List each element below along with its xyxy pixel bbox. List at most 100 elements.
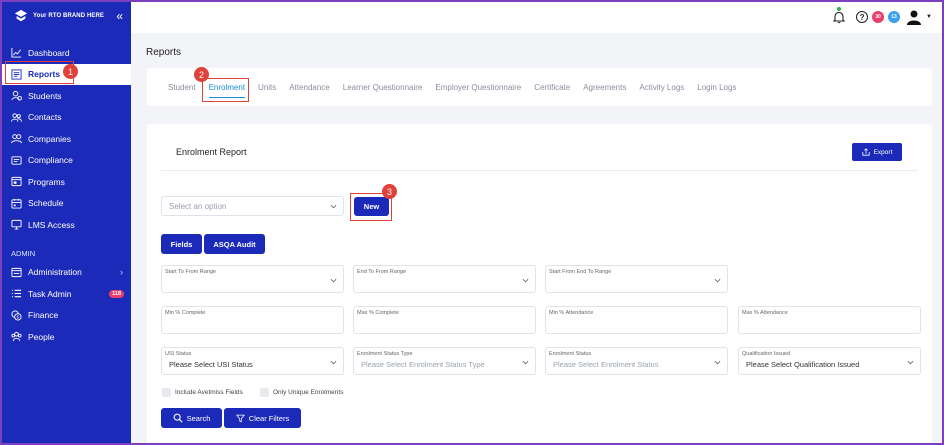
sidebar-item-label: Schedule bbox=[28, 198, 64, 209]
tab-activity-logs[interactable]: Activity Logs bbox=[639, 68, 684, 106]
sidebar-item-label: Programs bbox=[28, 176, 65, 187]
include-avetmiss-checkbox[interactable]: Include Avetmiss Fields bbox=[162, 388, 243, 397]
tab-employer-questionnaire[interactable]: Employer Questionnaire bbox=[435, 68, 521, 106]
tab-units[interactable]: Units bbox=[258, 68, 276, 106]
annotation-step-2: 2 bbox=[194, 67, 209, 82]
start-to-from-range-select[interactable]: Start To From Range bbox=[161, 265, 344, 293]
report-tabs: Student Enrolment Units Attendance Learn… bbox=[147, 68, 932, 106]
brand-name: Your RTO BRAND HERE bbox=[33, 13, 105, 19]
chevron-down-icon bbox=[714, 360, 721, 365]
report-tabs-card: Student Enrolment Units Attendance Learn… bbox=[147, 68, 932, 106]
tab-certificate[interactable]: Certificate bbox=[534, 68, 570, 106]
usi-status-select[interactable]: USI Status Please Select USI Status bbox=[161, 347, 344, 375]
clear-filters-label: Clear Filters bbox=[248, 413, 290, 423]
programs-icon bbox=[11, 177, 22, 187]
start-from-end-to-range-select[interactable]: Start From End To Range bbox=[545, 265, 728, 293]
only-unique-enrolments-checkbox[interactable]: Only Unique Enrolments bbox=[260, 388, 343, 397]
brand[interactable]: Your RTO BRAND HERE « bbox=[2, 2, 131, 30]
sidebar-item-programs[interactable]: Programs bbox=[2, 171, 131, 193]
sidebar-item-administration[interactable]: Administration › bbox=[2, 262, 131, 284]
sidebar-item-label: Administration bbox=[28, 267, 82, 278]
checkbox-box[interactable] bbox=[162, 388, 171, 397]
checkbox-label: Include Avetmiss Fields bbox=[175, 389, 243, 396]
chevron-down-icon bbox=[522, 360, 529, 365]
max-complete-input[interactable]: Max % Complete bbox=[353, 306, 536, 334]
field-label: Qualification Issued bbox=[742, 351, 790, 357]
sidebar-item-lms-access[interactable]: LMS Access bbox=[2, 214, 131, 236]
chevron-down-icon[interactable]: ▼ bbox=[926, 14, 932, 20]
select-value: Please Select Enrolment Status bbox=[553, 360, 659, 369]
contacts-icon bbox=[11, 113, 22, 122]
sidebar-item-label: LMS Access bbox=[28, 219, 75, 230]
asqa-audit-button[interactable]: ASQA Audit bbox=[204, 234, 265, 254]
sidebar-item-label: People bbox=[28, 331, 55, 342]
sidebar-item-companies[interactable]: Companies bbox=[2, 128, 131, 150]
field-label: End To From Range bbox=[357, 269, 407, 275]
sidebar-item-contacts[interactable]: Contacts bbox=[2, 107, 131, 129]
chevron-down-icon bbox=[330, 204, 337, 209]
chevron-down-icon bbox=[714, 278, 721, 283]
chart-line-icon bbox=[11, 48, 22, 58]
tab-attendance[interactable]: Attendance bbox=[289, 68, 329, 106]
sidebar-item-label: Task Admin bbox=[28, 288, 72, 299]
finance-icon: $ bbox=[11, 310, 22, 320]
sidebar-item-task-admin[interactable]: Task Admin 118 bbox=[2, 283, 131, 305]
annotation-highlight-enrolment bbox=[202, 78, 249, 102]
enrolment-status-select[interactable]: Enrolment Status Please Select Enrolment… bbox=[545, 347, 728, 375]
sidebar-item-label: Contacts bbox=[28, 112, 62, 123]
select-value: Please Select Qualification Issued bbox=[746, 360, 860, 369]
clear-filters-button[interactable]: Clear Filters bbox=[224, 408, 301, 428]
chevron-down-icon bbox=[522, 278, 529, 283]
sidebar-item-people[interactable]: People bbox=[2, 326, 131, 348]
field-label: Max % Complete bbox=[357, 310, 399, 316]
user-avatar-icon[interactable] bbox=[906, 9, 922, 25]
svg-text:$: $ bbox=[16, 314, 19, 320]
report-title: Enrolment Report bbox=[176, 147, 247, 157]
bell-icon bbox=[832, 11, 846, 24]
tab-login-logs[interactable]: Login Logs bbox=[697, 68, 736, 106]
export-label: Export bbox=[873, 148, 893, 156]
field-label: Min % Complete bbox=[165, 310, 206, 316]
search-label: Search bbox=[186, 413, 211, 423]
search-button[interactable]: Search bbox=[161, 408, 222, 428]
companies-icon bbox=[11, 134, 22, 144]
export-icon bbox=[861, 148, 870, 156]
page-title: Reports bbox=[146, 47, 182, 58]
sidebar-item-finance[interactable]: $ Finance bbox=[2, 305, 131, 327]
export-button[interactable]: Export bbox=[852, 143, 902, 161]
notifications-button[interactable] bbox=[832, 7, 846, 24]
field-label: Start From End To Range bbox=[549, 269, 612, 275]
alerts-count-badge[interactable]: 30 bbox=[872, 11, 885, 23]
enrolment-status-type-select[interactable]: Enrolment Status Type Please Select Enro… bbox=[353, 347, 536, 375]
students-icon bbox=[11, 91, 22, 101]
tab-agreements[interactable]: Agreements bbox=[583, 68, 626, 106]
qualification-issued-select[interactable]: Qualification Issued Please Select Quali… bbox=[738, 347, 921, 375]
annotation-step-1: 1 bbox=[63, 64, 78, 79]
checkbox-box[interactable] bbox=[260, 388, 269, 397]
max-attendance-input[interactable]: Max % Attendance bbox=[738, 306, 921, 334]
fields-button[interactable]: Fields bbox=[161, 234, 202, 254]
sidebar-nav: Dashboard Reports Students Contacts Comp… bbox=[2, 42, 131, 348]
divider bbox=[161, 170, 918, 171]
task-list-icon bbox=[11, 289, 22, 298]
sidebar-item-compliance[interactable]: Compliance bbox=[2, 150, 131, 172]
messages-count-badge[interactable]: 13 bbox=[888, 11, 901, 23]
sidebar-item-students[interactable]: Students bbox=[2, 85, 131, 107]
chevron-right-icon: › bbox=[120, 267, 123, 278]
min-complete-input[interactable]: Min % Complete bbox=[161, 306, 344, 334]
tab-learner-questionnaire[interactable]: Learner Questionnaire bbox=[343, 68, 423, 106]
collapse-sidebar-icon[interactable]: « bbox=[116, 9, 123, 23]
min-attendance-input[interactable]: Min % Attendance bbox=[545, 306, 728, 334]
brand-logo-icon bbox=[14, 9, 28, 22]
end-to-from-range-select[interactable]: End To From Range bbox=[353, 265, 536, 293]
report-template-select[interactable]: Select an option bbox=[161, 196, 344, 216]
select-value: Please Select Enrolment Status Type bbox=[361, 360, 485, 369]
tab-student[interactable]: Student bbox=[168, 68, 196, 106]
checkbox-label: Only Unique Enrolments bbox=[273, 389, 344, 396]
enrolment-report-card: Enrolment Report Export Select an option… bbox=[147, 124, 932, 445]
sidebar-item-label: Compliance bbox=[28, 155, 73, 166]
sidebar-item-schedule[interactable]: Schedule bbox=[2, 193, 131, 215]
help-button[interactable]: ? bbox=[856, 11, 869, 23]
sidebar-item-label: Finance bbox=[28, 310, 59, 321]
lms-icon bbox=[11, 220, 22, 230]
